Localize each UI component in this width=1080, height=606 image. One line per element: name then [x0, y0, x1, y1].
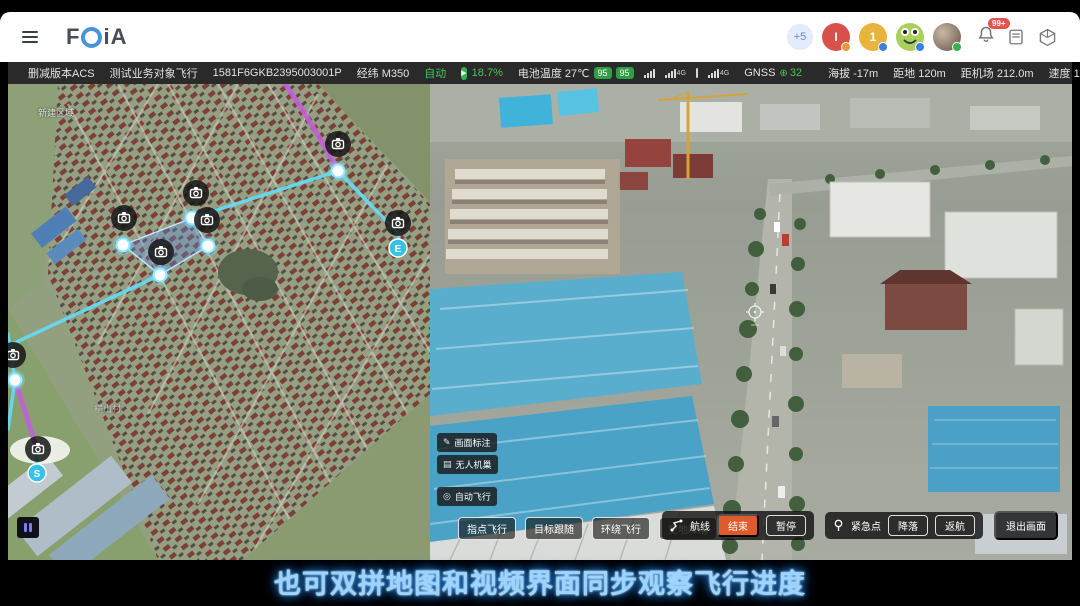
altitude: 海拔 -17m: [828, 65, 878, 81]
avatar-frog[interactable]: [896, 23, 924, 51]
end-marker[interactable]: E: [389, 239, 407, 257]
speed: 速度 1.36m/s: [1049, 65, 1080, 81]
satellite-map: E S: [8, 84, 430, 560]
notifications-button[interactable]: 99+: [976, 25, 996, 50]
map-road-label: 横山村: [94, 402, 121, 415]
signal-bars-icon: [644, 68, 655, 78]
map-panel[interactable]: E S 新建区域 横山村: [8, 84, 430, 560]
exit-view-button[interactable]: 退出画面: [994, 511, 1058, 540]
telemetry-statusbar: 删减版本ACS 测试业务对象飞行 1581F6GKB2395003001P 经纬…: [8, 62, 1072, 84]
pen-icon: ✎: [443, 437, 451, 448]
presence-dot: [878, 42, 888, 52]
battery1-badge: 95: [594, 67, 612, 79]
logs-button[interactable]: [1005, 26, 1027, 48]
app-header: F iA +5 I 1: [0, 12, 1080, 62]
subtitle-bar: 也可双拼地图和视频界面同步观察飞行进度: [0, 560, 1080, 606]
start-marker[interactable]: S: [28, 464, 46, 482]
model-3d-button[interactable]: [1036, 26, 1058, 48]
route-control-group: 航线 结束 暂停: [662, 511, 814, 540]
presence-dot: [952, 42, 962, 52]
rc-controller-icon: [696, 68, 698, 78]
height-agl: 距地 120m: [893, 65, 946, 81]
auto-flight-button[interactable]: ◎ 自动飞行: [437, 487, 497, 506]
gnss-count: 32: [790, 67, 802, 79]
hangar-icon: ▤: [443, 459, 452, 470]
emergency-pin-icon: [833, 519, 844, 532]
emergency-label: 紧急点: [851, 518, 881, 533]
distance-airport: 距机场 212.0m: [961, 65, 1034, 81]
return-home-button[interactable]: 返航: [935, 515, 975, 536]
signal-bars-4g2-icon: [708, 68, 719, 78]
drone-nest-button[interactable]: ▤ 无人机巢: [437, 455, 498, 474]
subtitle-text: 也可双拼地图和视频界面同步观察飞行进度: [274, 562, 806, 601]
route-icon: [670, 519, 683, 532]
drone-ground-station-app: F iA +5 I 1: [0, 0, 1080, 606]
app-logo: F iA: [66, 24, 127, 50]
split-view-toggle[interactable]: [17, 517, 39, 538]
end-route-button[interactable]: 结束: [717, 514, 759, 537]
avatar-yellow[interactable]: 1: [859, 23, 887, 51]
document-icon: [1007, 28, 1025, 46]
gimbal-reticle: [741, 301, 769, 329]
emergency-control-group: 紧急点 降落 返航: [825, 512, 983, 539]
pause-route-button[interactable]: 暂停: [766, 515, 806, 536]
map-region-label: 新建区域: [38, 106, 74, 119]
avatar-red[interactable]: I: [822, 23, 850, 51]
flight-control-row: 航线 结束 暂停 紧急点 降落 返航 退出画面: [662, 511, 1058, 540]
logo-text-ia: iA: [103, 24, 127, 50]
point-fly-button[interactable]: 指点飞行: [458, 517, 516, 540]
play-icon[interactable]: ▶: [461, 67, 466, 80]
battery2-badge: 95: [616, 67, 634, 79]
gnss-label: GNSS: [744, 67, 775, 79]
presence-dot: [841, 42, 851, 52]
route-label: 航线: [690, 518, 710, 533]
target-follow-button[interactable]: 目标跟随: [525, 517, 583, 540]
notification-count-badge: 99+: [988, 18, 1010, 29]
gnss-satellite-icon: ⊕: [779, 68, 787, 79]
drone-serial: 1581F6GKB2395003001P: [213, 67, 342, 79]
flight-mode: 自动: [424, 65, 446, 81]
auto-circle-icon: ◎: [443, 491, 451, 502]
mission-name: 测试业务对象飞行: [110, 65, 198, 81]
version-label: 删减版本ACS: [28, 65, 95, 81]
video-feed-panel[interactable]: ✎ 画面标注 ▤ 无人机巢 ◎ 自动飞行 指点飞行 目标跟随 环绕飞行 空地降落…: [430, 84, 1072, 560]
svg-text:S: S: [34, 469, 41, 480]
drone-model: 经纬 M350: [357, 65, 410, 81]
more-users-chip[interactable]: +5: [787, 24, 813, 50]
annotate-button[interactable]: ✎ 画面标注: [437, 433, 497, 452]
signal-bars-4g-icon: [665, 68, 676, 78]
hamburger-menu-icon[interactable]: [22, 31, 38, 43]
net1-label: 4G: [677, 70, 686, 77]
net2-label: 4G: [720, 70, 729, 77]
mission-progress: 18.7%: [472, 67, 503, 79]
orbit-fly-button[interactable]: 环绕飞行: [592, 517, 650, 540]
land-button[interactable]: 降落: [888, 515, 928, 536]
logo-text-f: F: [66, 24, 80, 50]
logo-o-ring-icon: [81, 27, 102, 48]
cube-icon: [1038, 28, 1057, 47]
avatar-user-photo[interactable]: [933, 23, 961, 51]
presence-dot: [915, 42, 925, 52]
svg-text:E: E: [395, 244, 402, 255]
battery-temp: 电池温度 27℃: [518, 65, 590, 81]
